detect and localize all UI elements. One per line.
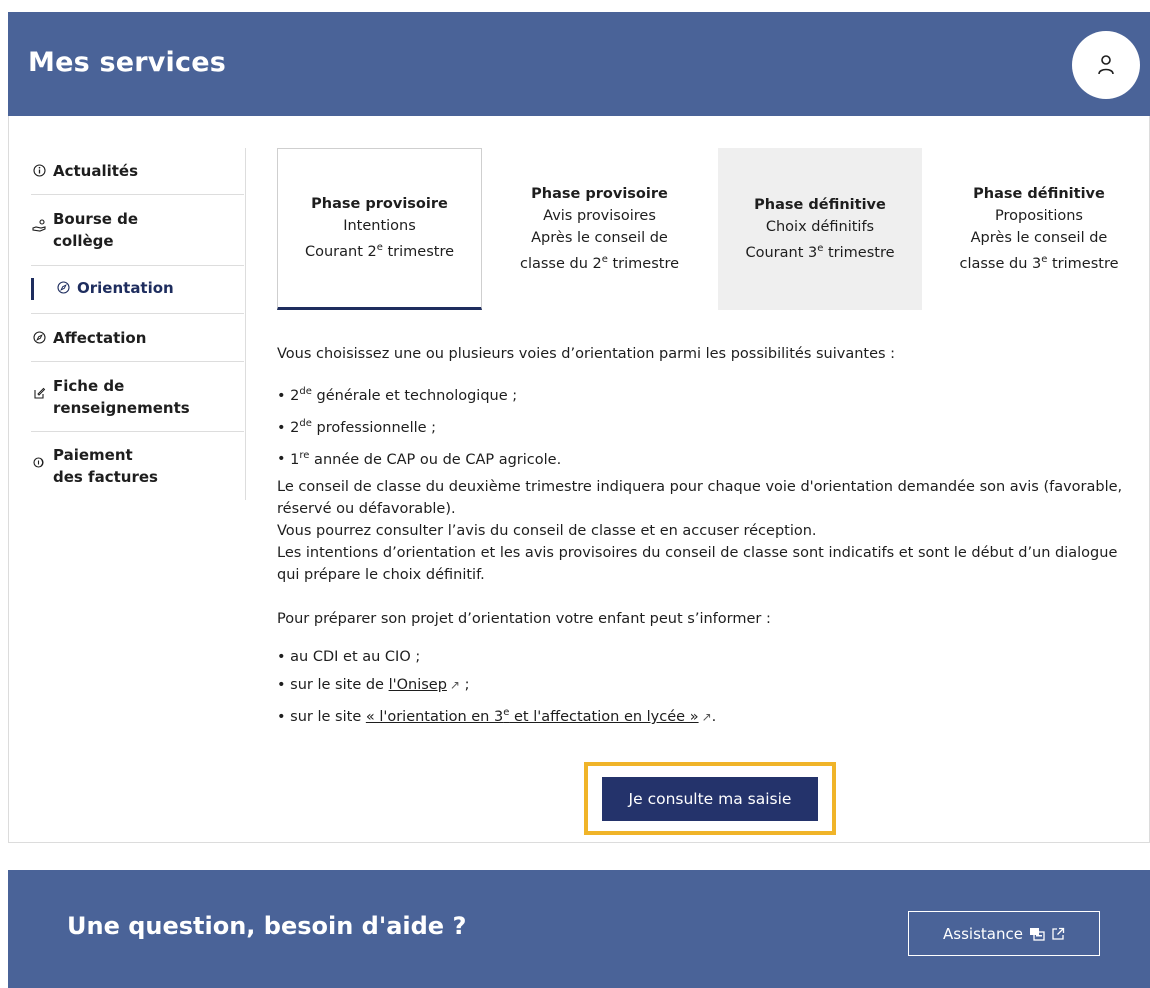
tab-subtitle: Intentions (343, 218, 416, 235)
hand-coins-icon (31, 218, 47, 234)
sidebar-item-actualites[interactable]: Actualités (31, 148, 244, 195)
compass-icon (55, 279, 71, 295)
assistance-label: Assistance (943, 924, 1023, 943)
sidebar-nav: Actualités Bourse de collège Orientation… (31, 148, 244, 502)
sidebar-item-label: Orientation (77, 279, 174, 297)
header-bar: Mes services (8, 12, 1150, 116)
info-intro-text: Pour préparer son projet d’orientation v… (277, 611, 771, 628)
list-item: 2de professionnelle ; (277, 413, 1141, 439)
paragraph: Les intentions d’orientation et les avis… (277, 545, 1118, 584)
phase-tabs: Phase provisoire Intentions Courant 2e t… (277, 148, 1141, 310)
sidebar-item-label: Bourse de collège (53, 210, 139, 250)
sidebar-item-label: Fiche de renseignements (53, 377, 190, 417)
sidebar-item-affectation[interactable]: Affectation (31, 314, 244, 362)
support-icon (1029, 927, 1045, 941)
active-indicator (31, 278, 34, 300)
sidebar-item-fiche-renseignements[interactable]: Fiche de renseignements (31, 362, 244, 432)
orientation-affectation-link[interactable]: « l'orientation en 3e et l'affectation e… (366, 707, 699, 725)
sidebar-item-label: Paiement des factures (53, 446, 158, 486)
help-heading: Une question, besoin d'aide ? (67, 912, 467, 940)
tab-subtitle: Choix définitifs (765, 219, 875, 236)
list-item: 2de générale et technologique ; (277, 381, 1141, 407)
intro-text: Vous choisissez une ou plusieurs voies d… (277, 346, 896, 362)
sidebar-item-label: Actualités (53, 162, 139, 180)
sidebar-item-label: Affectation (53, 329, 147, 347)
tab-subtitle: Propositions (995, 208, 1083, 225)
onisep-link[interactable]: l'Onisep (389, 677, 447, 693)
external-link-icon (1052, 927, 1065, 940)
orientation-content: Vous choisissez une ou plusieurs voies d… (277, 343, 1141, 734)
help-banner: Une question, besoin d'aide ? Assistance (8, 870, 1150, 988)
tab-phase-definitive-choix[interactable]: Phase définitive Choix définitifs Couran… (718, 148, 922, 310)
tab-period: Après le conseil de classe du 2e trimest… (519, 230, 680, 272)
tab-phase-provisoire-avis[interactable]: Phase provisoire Avis provisoires Après … (497, 148, 702, 310)
tab-subtitle: Avis provisoires (543, 208, 656, 225)
consult-saisie-button[interactable]: Je consulte ma saisie (602, 776, 818, 821)
external-link-icon: ↗ (449, 678, 460, 693)
assistance-button[interactable]: Assistance (908, 911, 1100, 956)
sidebar-item-bourse[interactable]: Bourse de collège (31, 195, 244, 266)
paragraph: Vous pourrez consulter l’avis du conseil… (277, 523, 817, 540)
cta-highlight: Je consulte ma saisie (584, 762, 836, 835)
edit-icon (31, 385, 47, 401)
list-item: au CDI et au CIO ; (277, 646, 1141, 668)
info-list: au CDI et au CIO ; sur le site de l'Onis… (277, 646, 1141, 728)
compass-icon (31, 329, 47, 345)
user-icon (1098, 55, 1114, 75)
sidebar-item-orientation[interactable]: Orientation (31, 266, 244, 314)
page-title: Mes services (28, 47, 226, 78)
tab-phase-provisoire-intentions[interactable]: Phase provisoire Intentions Courant 2e t… (277, 148, 482, 310)
tab-period: Courant 2e trimestre (304, 242, 455, 260)
list-item: sur le site « l'orientation en 3e et l'a… (277, 702, 1141, 728)
external-link-icon: ↗ (701, 710, 712, 725)
tab-phase-definitive-propositions[interactable]: Phase définitive Propositions Après le c… (937, 148, 1141, 310)
coins-icon (31, 454, 47, 470)
tab-title: Phase définitive (973, 186, 1105, 203)
sidebar-item-paiement[interactable]: Paiement des factures (31, 432, 244, 502)
tab-period: Courant 3e trimestre (745, 243, 895, 261)
list-item: sur le site de l'Onisep↗ ; (277, 674, 1141, 696)
tab-title: Phase définitive (754, 197, 886, 214)
tab-title: Phase provisoire (311, 196, 448, 213)
tab-period: Après le conseil de classe du 3e trimest… (959, 230, 1119, 272)
sidebar-divider (245, 148, 246, 500)
list-item: 1re année de CAP ou de CAP agricole. (277, 445, 1141, 471)
voies-list: 2de générale et technologique ; 2de prof… (277, 381, 1141, 470)
info-icon (31, 162, 47, 178)
user-account-button[interactable] (1072, 31, 1140, 99)
tab-title: Phase provisoire (531, 186, 668, 203)
paragraph: Le conseil de classe du deuxième trimest… (277, 479, 1123, 518)
